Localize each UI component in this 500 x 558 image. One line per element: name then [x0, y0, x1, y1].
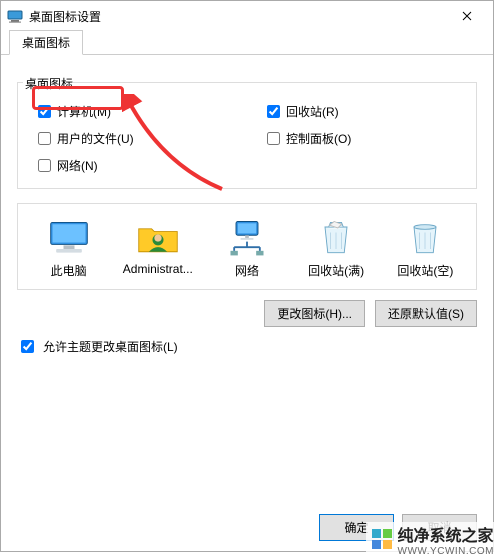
- checkbox-recycle-label: 回收站(R): [286, 103, 339, 120]
- checkbox-network-label: 网络(N): [57, 157, 98, 174]
- checkbox-recycle[interactable]: 回收站(R): [267, 103, 456, 120]
- group-label: 桌面图标: [23, 75, 73, 92]
- watermark: 纯净系统之家 WWW.YCWIN.COM: [366, 522, 500, 556]
- restore-default-button[interactable]: 还原默认值(S): [375, 300, 477, 327]
- icon-label: Administrat...: [119, 262, 197, 276]
- recycle-empty-icon: [403, 218, 447, 258]
- recycle-full-icon: [314, 218, 358, 258]
- checkbox-network-input[interactable]: [38, 159, 51, 172]
- checkbox-allow-theme-input[interactable]: [21, 340, 34, 353]
- watermark-sub: WWW.YCWIN.COM: [398, 546, 494, 557]
- checkbox-computer-input[interactable]: [38, 105, 51, 118]
- checkbox-allow-theme[interactable]: 允许主题更改桌面图标(L): [17, 337, 477, 356]
- dialog-window: 桌面图标设置 桌面图标 桌面图标 计算机(M) 回收站(R) 用户的文件(U): [0, 0, 494, 552]
- checkbox-userfiles-label: 用户的文件(U): [57, 130, 134, 147]
- network-icon: [225, 218, 269, 258]
- icon-item-user[interactable]: Administrat...: [119, 218, 197, 279]
- tab-strip: 桌面图标: [1, 31, 493, 55]
- content-area: 桌面图标 计算机(M) 回收站(R) 用户的文件(U) 控制面板(O): [1, 55, 493, 356]
- checkbox-network[interactable]: 网络(N): [38, 157, 227, 174]
- checkbox-computer[interactable]: 计算机(M): [38, 103, 227, 120]
- window-icon: [7, 8, 23, 24]
- icon-item-network[interactable]: 网络: [208, 218, 286, 279]
- checkbox-control-label: 控制面板(O): [286, 130, 351, 147]
- tab-desktop-icons[interactable]: 桌面图标: [9, 30, 83, 55]
- icon-item-thispc[interactable]: 此电脑: [30, 218, 108, 279]
- icon-label: 网络: [208, 262, 286, 279]
- watermark-logo-icon: [372, 529, 392, 549]
- watermark-text: 纯净系统之家: [398, 522, 494, 546]
- window-title: 桌面图标设置: [29, 8, 447, 25]
- checkbox-control[interactable]: 控制面板(O): [267, 130, 456, 147]
- icon-item-bin-empty[interactable]: 回收站(空): [386, 218, 464, 279]
- user-folder-icon: [136, 218, 180, 258]
- icon-label: 回收站(满): [297, 262, 375, 279]
- titlebar: 桌面图标设置: [1, 1, 493, 31]
- icon-buttons-row: 更改图标(H)... 还原默认值(S): [17, 300, 477, 327]
- checkbox-recycle-input[interactable]: [267, 105, 280, 118]
- checkbox-control-input[interactable]: [267, 132, 280, 145]
- icon-preview-list: 此电脑 Administrat...: [17, 203, 477, 290]
- checkbox-computer-label: 计算机(M): [57, 103, 111, 120]
- icon-item-bin-full[interactable]: 回收站(满): [297, 218, 375, 279]
- checkbox-userfiles-input[interactable]: [38, 132, 51, 145]
- checkbox-allow-theme-label: 允许主题更改桌面图标(L): [43, 338, 178, 355]
- icon-label: 此电脑: [30, 262, 108, 279]
- checkbox-userfiles[interactable]: 用户的文件(U): [38, 130, 227, 147]
- change-icon-button[interactable]: 更改图标(H)...: [264, 300, 365, 327]
- icon-label: 回收站(空): [386, 262, 464, 279]
- pc-icon: [47, 218, 91, 258]
- icon-checkbox-group: 计算机(M) 回收站(R) 用户的文件(U) 控制面板(O) 网络(N): [17, 82, 477, 189]
- close-button[interactable]: [447, 1, 487, 31]
